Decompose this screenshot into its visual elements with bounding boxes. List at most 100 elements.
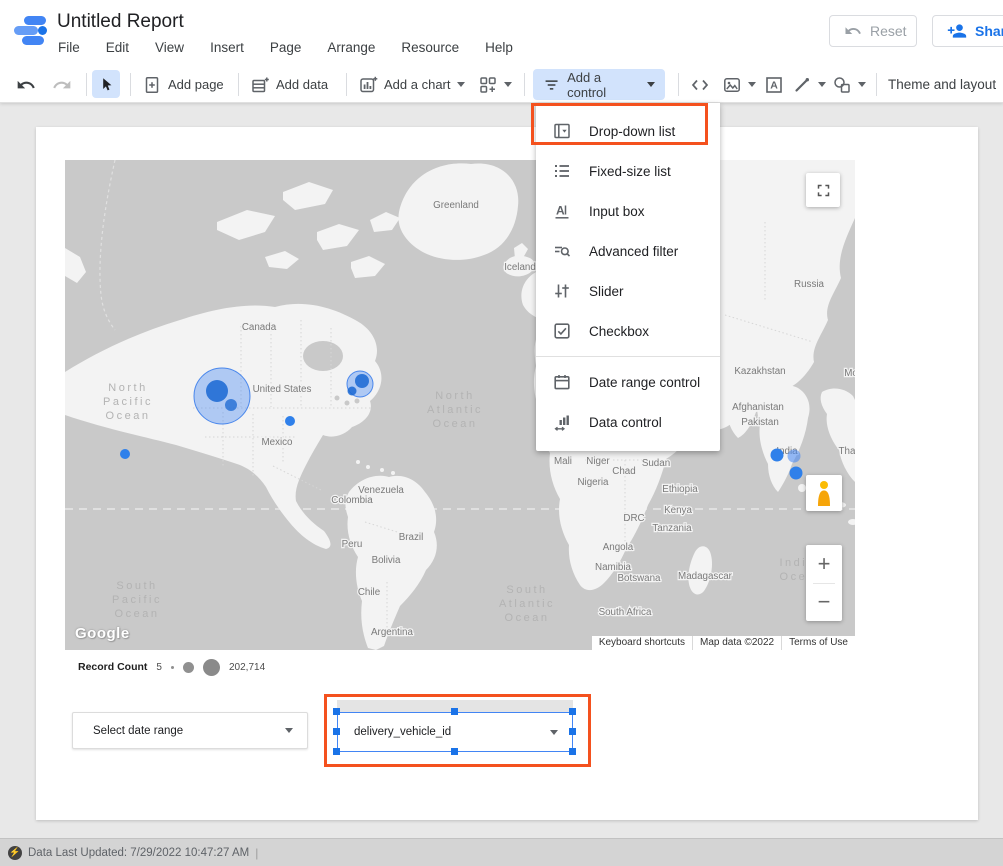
svg-text:Atlantic: Atlantic <box>499 598 555 610</box>
add-control-label: Add a control <box>567 70 640 100</box>
svg-text:Kazakhstan: Kazakhstan <box>734 366 785 377</box>
svg-text:Russia: Russia <box>794 279 824 290</box>
undo-reset-icon <box>844 22 862 40</box>
svg-text:Pacific: Pacific <box>103 396 153 408</box>
menu-insert[interactable]: Insert <box>210 40 244 55</box>
svg-text:Nigeria: Nigeria <box>577 477 609 488</box>
svg-text:South: South <box>116 580 157 592</box>
svg-text:Chile: Chile <box>358 587 381 598</box>
menu-item-date-range-control[interactable]: Date range control <box>536 362 720 402</box>
menu-item-label: Data control <box>589 415 662 430</box>
report-title[interactable]: Untitled Report <box>57 11 184 33</box>
undo-button[interactable] <box>16 66 36 103</box>
input-box-icon: A <box>552 201 572 221</box>
add-control-menu: Drop-down list Fixed-size list A Input b… <box>536 103 720 451</box>
zoom-in-button[interactable]: + <box>806 546 842 583</box>
svg-text:Ocean: Ocean <box>106 410 151 422</box>
menu-item-label: Slider <box>589 284 624 299</box>
insert-line-button[interactable] <box>792 66 826 103</box>
chevron-down-icon <box>285 728 293 733</box>
dropdown-list-control[interactable]: delivery_vehicle_id <box>337 712 573 752</box>
checkbox-icon <box>552 321 572 341</box>
chevron-down-icon <box>858 82 866 87</box>
menu-arrange[interactable]: Arrange <box>327 40 375 55</box>
insert-image-button[interactable] <box>722 66 756 103</box>
add-data-label: Add data <box>276 77 328 92</box>
map-attribution: Keyboard shortcuts Map data ©2022 Terms … <box>592 636 855 650</box>
bubble-map-chart[interactable]: North Pacific Ocean North Atlantic Ocean… <box>65 160 855 650</box>
share-button[interactable]: Share <box>932 15 1003 47</box>
chevron-down-icon <box>550 730 558 735</box>
svg-text:A: A <box>556 204 565 218</box>
redo-button[interactable] <box>52 66 72 103</box>
add-chart-icon <box>358 75 378 95</box>
add-data-button[interactable]: Add data <box>250 66 328 103</box>
selection-handle[interactable] <box>333 748 340 755</box>
data-studio-logo[interactable] <box>14 14 48 46</box>
report-canvas[interactable]: North Pacific Ocean North Atlantic Ocean… <box>36 127 978 820</box>
date-range-label: Select date range <box>93 725 183 737</box>
keyboard-shortcuts-link[interactable]: Keyboard shortcuts <box>592 636 692 650</box>
menu-page[interactable]: Page <box>270 40 302 55</box>
fullscreen-button[interactable] <box>806 173 840 207</box>
drop-down-list-icon <box>552 121 572 141</box>
theme-and-layout-button[interactable]: Theme and layout <box>888 66 996 103</box>
selection-handle[interactable] <box>569 708 576 715</box>
chevron-down-icon <box>457 82 465 87</box>
toolbar: Add page Add data Add a chart Add a cont… <box>0 66 1003 103</box>
menu-resource[interactable]: Resource <box>401 40 459 55</box>
selection-handle[interactable] <box>451 708 458 715</box>
menu-edit[interactable]: Edit <box>106 40 129 55</box>
menu-item-slider[interactable]: Slider <box>536 271 720 311</box>
menu-file[interactable]: File <box>58 40 80 55</box>
menu-item-data-control[interactable]: Data control <box>536 402 720 442</box>
menubar: File Edit View Insert Page Arrange Resou… <box>58 40 513 55</box>
selection-handle[interactable] <box>333 708 340 715</box>
svg-text:Kenya: Kenya <box>664 505 692 516</box>
slider-icon <box>552 281 572 301</box>
embed-code-button[interactable] <box>690 66 710 103</box>
svg-text:North: North <box>435 390 474 402</box>
menu-item-advanced-filter[interactable]: Advanced filter <box>536 231 720 271</box>
selection-handle[interactable] <box>333 728 340 735</box>
add-chart-button[interactable]: Add a chart <box>358 66 465 103</box>
text-box-icon: A <box>764 75 784 95</box>
svg-text:South Africa: South Africa <box>599 607 652 618</box>
zoom-out-button[interactable]: − <box>806 584 842 621</box>
add-page-button[interactable]: Add page <box>142 66 224 103</box>
svg-text:Botswana: Botswana <box>617 573 661 584</box>
menu-item-fixed-size-list[interactable]: Fixed-size list <box>536 151 720 191</box>
community-visualizations-button[interactable] <box>478 66 512 103</box>
world-map: North Pacific Ocean North Atlantic Ocean… <box>65 160 855 650</box>
menu-item-checkbox[interactable]: Checkbox <box>536 311 720 351</box>
chevron-down-icon <box>647 82 655 87</box>
refresh-bolt-icon: ⚡ <box>8 846 22 860</box>
insert-shape-button[interactable] <box>832 66 866 103</box>
app-header: Untitled Report File Edit View Insert Pa… <box>0 0 1003 66</box>
add-page-label: Add page <box>168 77 224 92</box>
menu-item-drop-down-list[interactable]: Drop-down list <box>536 111 720 151</box>
selection-handle[interactable] <box>569 748 576 755</box>
data-last-updated: Data Last Updated: 7/29/2022 10:47:27 AM <box>28 847 249 859</box>
menu-view[interactable]: View <box>155 40 184 55</box>
svg-text:Ocean: Ocean <box>115 608 160 620</box>
svg-text:Mo: Mo <box>844 368 855 379</box>
menu-item-label: Checkbox <box>589 324 649 339</box>
selection-handle[interactable] <box>569 728 576 735</box>
menu-item-input-box[interactable]: A Input box <box>536 191 720 231</box>
legend-metric-label: Record Count <box>78 661 147 673</box>
add-page-icon <box>142 75 162 95</box>
select-cursor-button[interactable] <box>92 70 120 98</box>
menu-help[interactable]: Help <box>485 40 513 55</box>
svg-text:Angola: Angola <box>603 542 634 553</box>
menu-item-label: Input box <box>589 204 645 219</box>
insert-text-button[interactable]: A <box>764 66 784 103</box>
pegman-control[interactable] <box>806 475 842 511</box>
add-a-control-button[interactable]: Add a control <box>533 69 665 100</box>
terms-of-use-link[interactable]: Terms of Use <box>781 636 855 650</box>
chevron-down-icon <box>818 82 826 87</box>
reset-button[interactable]: Reset <box>829 15 917 47</box>
date-range-control[interactable]: Select date range <box>72 712 308 749</box>
selection-handle[interactable] <box>451 748 458 755</box>
bubble-size-legend: Record Count 5 202,714 <box>78 658 265 676</box>
